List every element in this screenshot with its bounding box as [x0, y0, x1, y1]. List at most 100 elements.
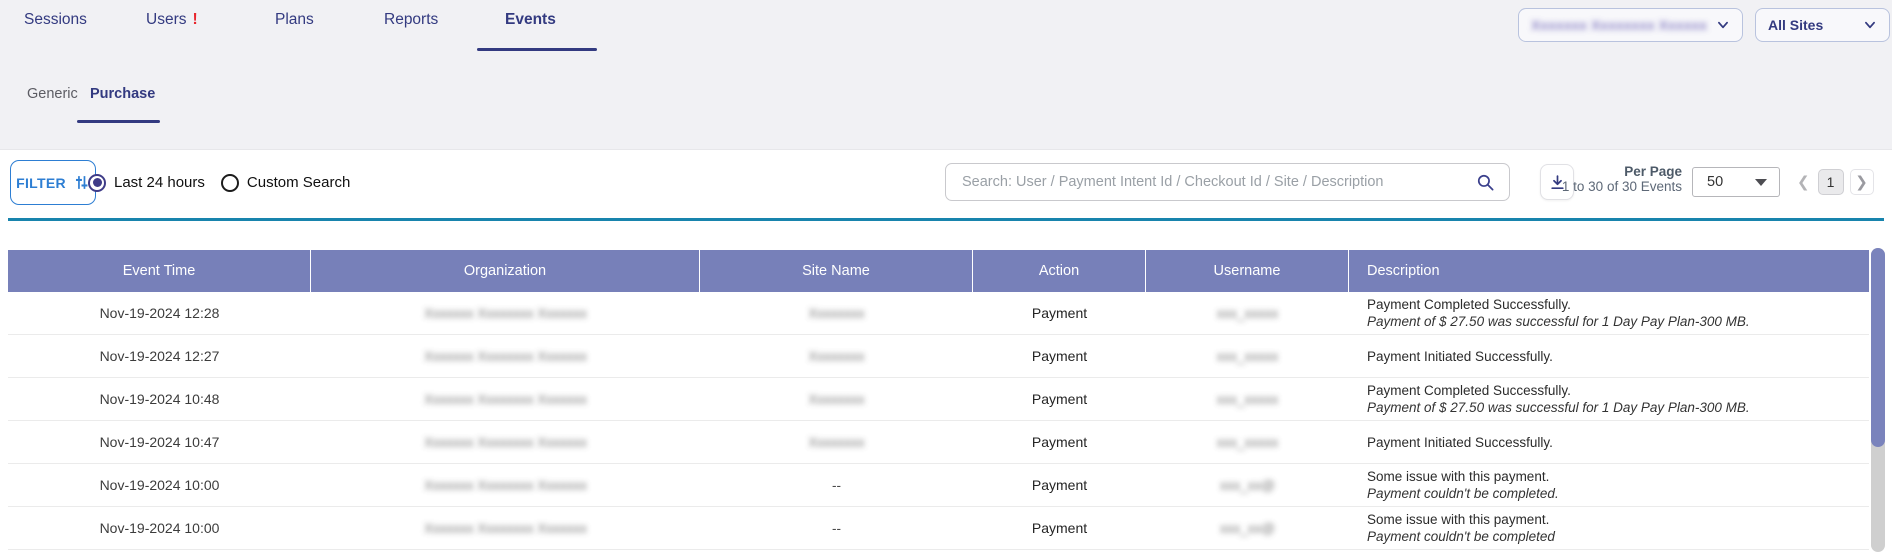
- cell-organization: Xxxxxxx Xxxxxxxx Xxxxxxx: [311, 421, 700, 463]
- search-icon[interactable]: [1476, 173, 1495, 192]
- cell-event-time: Nov-19-2024 10:47: [8, 421, 311, 463]
- cell-action: Payment: [973, 378, 1146, 420]
- radio-last-24-hours[interactable]: Last 24 hours: [88, 174, 205, 192]
- column-site-name[interactable]: Site Name: [700, 250, 973, 292]
- cell-action: Payment: [973, 335, 1146, 377]
- cell-username: xxx_xx@: [1146, 464, 1349, 506]
- cell-organization: Xxxxxxx Xxxxxxxx Xxxxxxx: [311, 507, 700, 549]
- chevron-down-icon: [1716, 18, 1730, 32]
- subtab-purchase-label: Purchase: [90, 86, 155, 102]
- search-input[interactable]: [962, 174, 1476, 190]
- radio-selected-icon: [88, 174, 106, 192]
- vertical-scrollbar[interactable]: [1871, 248, 1885, 552]
- prev-page-button[interactable]: ❮: [1795, 173, 1812, 191]
- subtab-generic[interactable]: Generic: [27, 86, 78, 102]
- search-box: [945, 163, 1510, 201]
- cell-action: Payment: [973, 421, 1146, 463]
- cell-action: Payment: [973, 464, 1146, 506]
- tab-sessions[interactable]: Sessions: [24, 11, 87, 29]
- tab-reports[interactable]: Reports: [384, 11, 438, 29]
- description-line-1: Some issue with this payment.: [1367, 511, 1549, 528]
- cell-description: Payment Completed Successfully. Payment …: [1349, 292, 1869, 334]
- cell-event-time: Nov-19-2024 12:28: [8, 292, 311, 334]
- column-description[interactable]: Description: [1349, 250, 1869, 292]
- site-dropdown[interactable]: All Sites: [1755, 8, 1890, 42]
- table-row[interactable]: Nov-19-2024 10:00 Xxxxxxx Xxxxxxxx Xxxxx…: [8, 507, 1869, 550]
- cell-organization: Xxxxxxx Xxxxxxxx Xxxxxxx: [311, 292, 700, 334]
- triangle-down-icon: [1755, 179, 1767, 186]
- table-header: Event Time Organization Site Name Action…: [8, 250, 1869, 292]
- tab-plans[interactable]: Plans: [275, 11, 314, 29]
- cell-site-name: --: [700, 464, 973, 506]
- organization-dropdown[interactable]: Xxxxxxx Xxxxxxxx Xxxxxxx: [1518, 8, 1743, 42]
- cell-description: Payment Completed Successfully. Payment …: [1349, 378, 1869, 420]
- column-action[interactable]: Action: [973, 250, 1146, 292]
- radio-custom-search[interactable]: Custom Search: [221, 174, 350, 192]
- cell-site-name: Xxxxxxxx: [700, 335, 973, 377]
- column-organization[interactable]: Organization: [311, 250, 700, 292]
- radio-unselected-icon: [221, 174, 239, 192]
- radio-last-24-hours-label: Last 24 hours: [114, 174, 205, 191]
- cell-action: Payment: [973, 507, 1146, 549]
- cell-organization: Xxxxxxx Xxxxxxxx Xxxxxxx: [311, 335, 700, 377]
- cell-username: xxx_xxxxx: [1146, 292, 1349, 334]
- tab-events[interactable]: Events: [505, 11, 556, 29]
- cell-site-name: Xxxxxxxx: [700, 292, 973, 334]
- per-page-select[interactable]: 50: [1692, 167, 1780, 197]
- cell-description: Some issue with this payment. Payment co…: [1349, 464, 1869, 506]
- cell-description: Payment Initiated Successfully.: [1349, 335, 1869, 377]
- section-divider: [8, 218, 1884, 221]
- filter-radio-group: Last 24 hours Custom Search: [88, 160, 350, 205]
- pagination-info: Per Page 1 to 30 of 30 Events: [1560, 164, 1682, 194]
- tab-sessions-label: Sessions: [24, 11, 87, 28]
- events-table: Event Time Organization Site Name Action…: [8, 250, 1869, 550]
- subtab-purchase[interactable]: Purchase: [90, 86, 155, 102]
- description-line-1: Payment Completed Successfully.: [1367, 296, 1571, 313]
- description-line-2: Payment couldn't be completed: [1367, 528, 1555, 545]
- next-page-button[interactable]: ❯: [1850, 169, 1874, 195]
- table-row[interactable]: Nov-19-2024 10:00 Xxxxxxx Xxxxxxxx Xxxxx…: [8, 464, 1869, 507]
- tab-users[interactable]: Users!: [146, 11, 198, 29]
- cell-event-time: Nov-19-2024 10:00: [8, 464, 311, 506]
- cell-site-name: Xxxxxxxx: [700, 421, 973, 463]
- cell-username: xxx_xx@: [1146, 507, 1349, 549]
- organization-dropdown-value: Xxxxxxx Xxxxxxxx Xxxxxxx: [1531, 17, 1708, 33]
- description-line-2: Payment couldn't be completed.: [1367, 485, 1559, 502]
- cell-event-time: Nov-19-2024 12:27: [8, 335, 311, 377]
- description-line-2: Payment of $ 27.50 was successful for 1 …: [1367, 313, 1750, 330]
- tab-plans-label: Plans: [275, 11, 314, 28]
- users-alert-badge: !: [192, 11, 197, 28]
- cell-event-time: Nov-19-2024 10:48: [8, 378, 311, 420]
- site-dropdown-value: All Sites: [1768, 17, 1823, 33]
- cell-username: xxx_xxxxx: [1146, 335, 1349, 377]
- cell-username: xxx_xxxxx: [1146, 378, 1349, 420]
- cell-event-time: Nov-19-2024 10:00: [8, 507, 311, 549]
- table-row[interactable]: Nov-19-2024 12:27 Xxxxxxx Xxxxxxxx Xxxxx…: [8, 335, 1869, 378]
- filter-button-label: FILTER: [16, 175, 66, 191]
- tab-reports-label: Reports: [384, 11, 438, 28]
- subtab-generic-label: Generic: [27, 86, 78, 102]
- cell-organization: Xxxxxxx Xxxxxxxx Xxxxxxx: [311, 378, 700, 420]
- cell-site-name: --: [700, 507, 973, 549]
- table-row[interactable]: Nov-19-2024 12:28 Xxxxxxx Xxxxxxxx Xxxxx…: [8, 292, 1869, 335]
- radio-custom-search-label: Custom Search: [247, 174, 350, 191]
- active-subtab-underline: [77, 120, 160, 123]
- scrollbar-thumb[interactable]: [1871, 248, 1885, 447]
- column-username[interactable]: Username: [1146, 250, 1349, 292]
- cell-description: Payment Initiated Successfully.: [1349, 421, 1869, 463]
- tab-events-label: Events: [505, 11, 556, 28]
- cell-organization: Xxxxxxx Xxxxxxxx Xxxxxxx: [311, 464, 700, 506]
- filter-button[interactable]: FILTER: [10, 160, 96, 205]
- column-event-time[interactable]: Event Time: [8, 250, 311, 292]
- description-line-2: Payment of $ 27.50 was successful for 1 …: [1367, 399, 1750, 416]
- results-range: 1 to 30 of 30 Events: [1560, 179, 1682, 194]
- current-page-button[interactable]: 1: [1818, 169, 1844, 195]
- table-row[interactable]: Nov-19-2024 10:47 Xxxxxxx Xxxxxxxx Xxxxx…: [8, 421, 1869, 464]
- per-page-label: Per Page: [1560, 164, 1682, 179]
- table-row[interactable]: Nov-19-2024 10:48 Xxxxxxx Xxxxxxxx Xxxxx…: [8, 378, 1869, 421]
- per-page-value: 50: [1707, 174, 1723, 190]
- cell-action: Payment: [973, 292, 1146, 334]
- active-tab-underline: [477, 48, 597, 51]
- description-line-1: Some issue with this payment.: [1367, 468, 1549, 485]
- tab-users-label: Users: [146, 11, 186, 28]
